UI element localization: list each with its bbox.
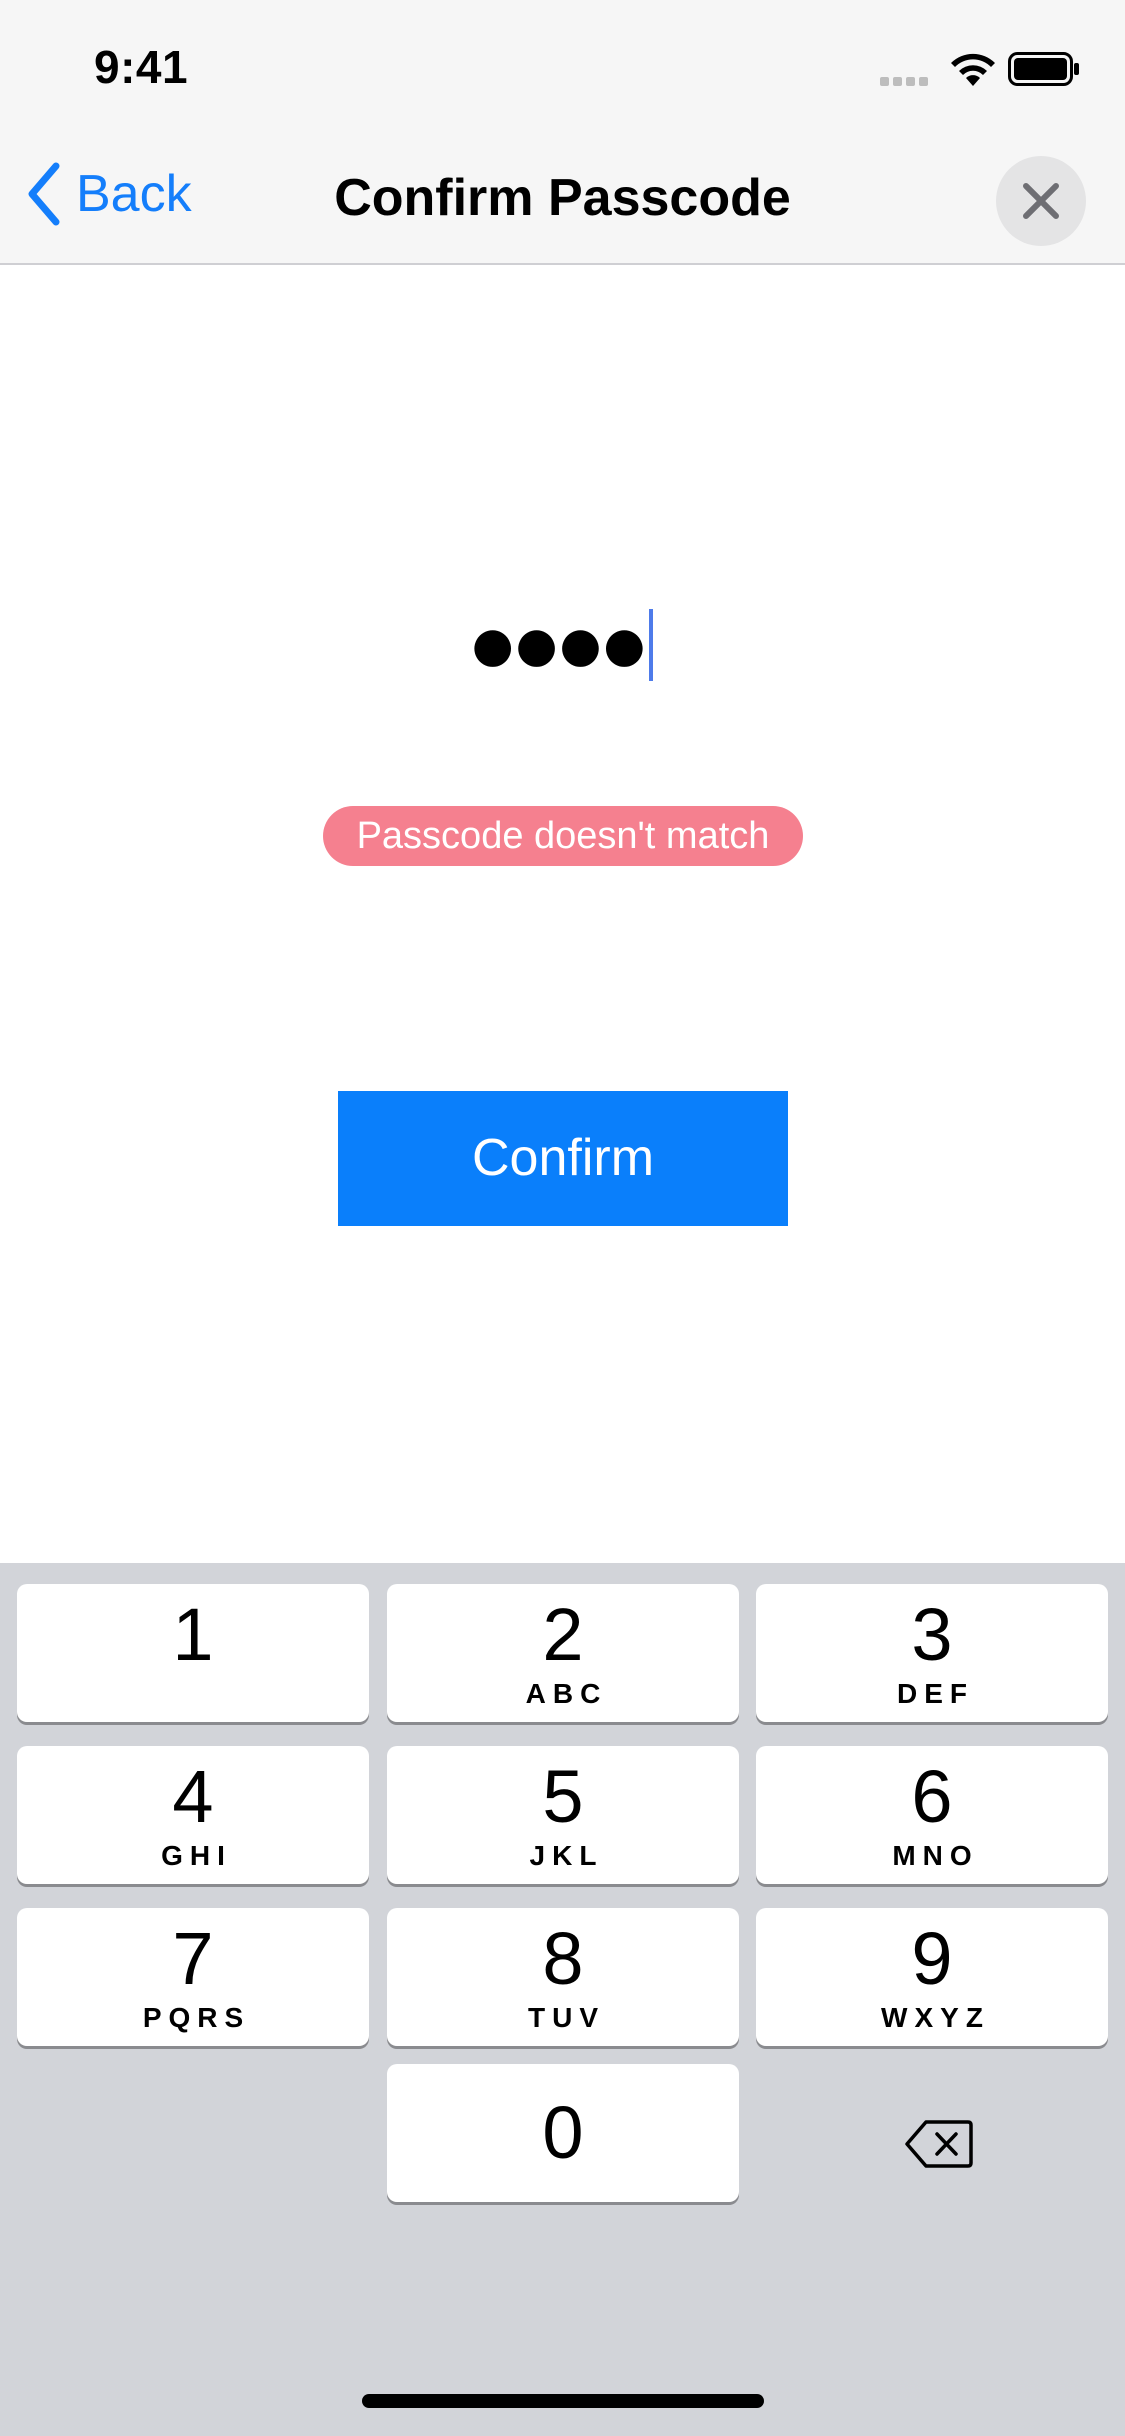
key-1[interactable]: 1	[17, 1584, 369, 1722]
signal-icon	[880, 77, 928, 86]
confirm-button[interactable]: Confirm	[338, 1091, 788, 1226]
key-digit: 5	[542, 1755, 584, 1838]
close-icon	[1023, 183, 1059, 219]
key-digit: 7	[172, 1917, 214, 2000]
passcode-masked-value: ●●●●	[471, 617, 648, 673]
key-digit: 2	[542, 1593, 584, 1676]
key-letters: WXYZ	[881, 2002, 990, 2033]
page-title: Confirm Passcode	[334, 169, 791, 227]
numeric-keypad: 1 2 ABC 3 DEF 4 GHI 5 JKL 6 MNO 7 PQRS 8…	[0, 1563, 1125, 2436]
navigation-header: 9:41 Back Confirm Passcode	[0, 0, 1125, 265]
key-3[interactable]: 3 DEF	[756, 1584, 1108, 1722]
text-cursor	[649, 609, 654, 681]
key-letters: MNO	[892, 1840, 979, 1871]
key-digit: 9	[911, 1917, 953, 2000]
error-badge: Passcode doesn't match	[323, 806, 803, 866]
key-letters: DEF	[897, 1678, 974, 1709]
key-5[interactable]: 5 JKL	[387, 1746, 739, 1884]
key-7[interactable]: 7 PQRS	[17, 1908, 369, 2046]
key-digit: 0	[542, 2091, 584, 2174]
battery-icon	[1008, 52, 1079, 86]
key-digit: 8	[542, 1917, 584, 2000]
key-letters: GHI	[161, 1840, 232, 1871]
status-time: 9:41	[94, 41, 189, 93]
key-6[interactable]: 6 MNO	[756, 1746, 1108, 1884]
key-letters: ABC	[525, 1678, 608, 1709]
key-letters: TUV	[528, 2002, 605, 2033]
backspace-icon	[905, 2120, 973, 2168]
key-0[interactable]: 0	[387, 2064, 739, 2202]
key-digit: 1	[172, 1593, 214, 1676]
key-digit: 4	[172, 1755, 214, 1838]
passcode-input[interactable]: ●●●●	[0, 600, 1125, 690]
wifi-icon	[951, 53, 995, 86]
key-8[interactable]: 8 TUV	[387, 1908, 739, 2046]
key-digit: 3	[911, 1593, 953, 1676]
key-4[interactable]: 4 GHI	[17, 1746, 369, 1884]
key-2[interactable]: 2 ABC	[387, 1584, 739, 1722]
key-digit: 6	[911, 1755, 953, 1838]
home-indicator	[362, 2394, 764, 2408]
key-9[interactable]: 9 WXYZ	[756, 1908, 1108, 2046]
key-letters: PQRS	[142, 2002, 251, 2033]
delete-key[interactable]	[884, 2104, 994, 2184]
close-button[interactable]	[996, 156, 1086, 246]
key-letters: JKL	[529, 1840, 604, 1871]
